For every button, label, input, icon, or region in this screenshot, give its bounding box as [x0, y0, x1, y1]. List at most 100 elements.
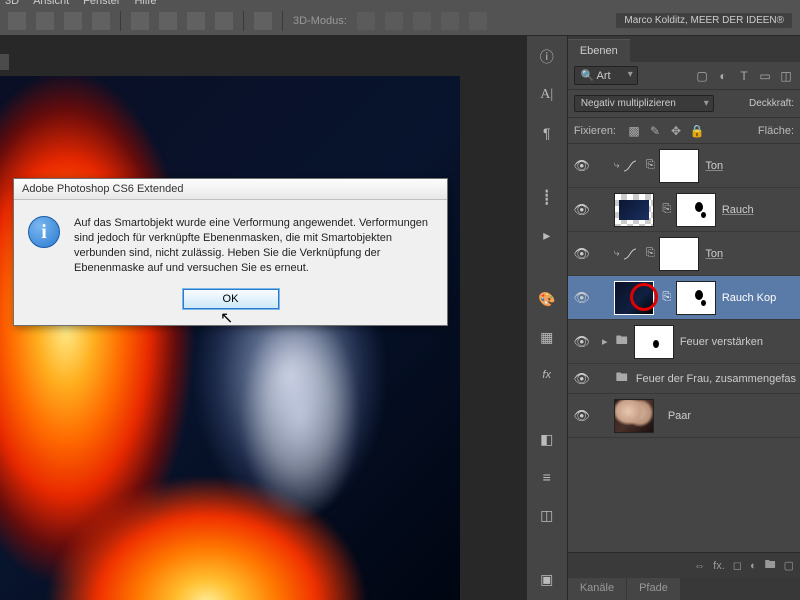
mask-icon[interactable]: ◻ [733, 559, 742, 572]
dialog-message: Auf das Smartobjekt wurde eine Verformun… [74, 216, 433, 275]
folder-icon: 🖿 [614, 371, 630, 387]
layer-row[interactable]: 👁 ⤷ ⎘ Ton [568, 232, 800, 276]
tab-layers[interactable]: Ebenen [568, 39, 630, 62]
visibility-icon[interactable]: 👁 [568, 408, 596, 424]
paragraph-icon[interactable]: ¶ [534, 120, 560, 146]
layer-row[interactable]: 👁 Paar [568, 394, 800, 438]
layer-name[interactable]: Ton [705, 248, 723, 260]
alert-dialog: Adobe Photoshop CS6 Extended i Auf das S… [13, 178, 448, 326]
layer-row[interactable]: 👁 🖿 Feuer der Frau, zusammengefas [568, 364, 800, 394]
lock-paint-icon[interactable]: ✎ [647, 123, 663, 139]
layer-row-selected[interactable]: 👁 ⎘ Rauch Kop [568, 276, 800, 320]
fill-label: Fläche: [758, 125, 794, 137]
ok-button[interactable]: OK [183, 289, 279, 309]
filter-type-icon[interactable]: T [736, 68, 752, 84]
new-layer-icon[interactable]: ▢ [784, 559, 794, 572]
bottom-tabs: Kanäle Pfade [568, 578, 800, 600]
tab-channels[interactable]: Kanäle [568, 578, 626, 600]
visibility-icon[interactable]: 👁 [568, 158, 596, 174]
lock-label: Fixieren: [574, 125, 616, 137]
distribute-icon[interactable] [254, 12, 272, 30]
menu-help[interactable]: Hilfe [134, 0, 156, 3]
layer-thumb[interactable] [614, 193, 654, 227]
filter-smart-icon[interactable]: ◫ [778, 68, 794, 84]
folder-icon: 🖿 [614, 334, 630, 350]
link-layers-icon[interactable]: ⇔ [694, 560, 705, 572]
fx-icon[interactable]: fx. [713, 560, 725, 572]
layer-name[interactable]: Feuer der Frau, zusammengefas [636, 373, 796, 385]
link-icon[interactable]: ⎘ [643, 247, 657, 260]
layer-row[interactable]: 👁 ⤷ ⎘ Ton [568, 144, 800, 188]
history-icon[interactable]: ▣ [534, 566, 560, 592]
distribute-icon[interactable] [131, 12, 149, 30]
tab-paths[interactable]: Pfade [627, 578, 680, 600]
distribute-icon[interactable] [159, 12, 177, 30]
layer-name[interactable]: Rauch Kop [722, 292, 776, 304]
layer-name[interactable]: Paar [668, 410, 691, 422]
align-icon[interactable] [64, 12, 82, 30]
visibility-icon[interactable]: 👁 [568, 334, 596, 350]
adjustment-icon[interactable]: ◐ [750, 560, 757, 572]
align-icon[interactable] [8, 12, 26, 30]
align-icon[interactable] [92, 12, 110, 30]
opacity-label: Deckkraft: [749, 98, 794, 109]
visibility-icon[interactable]: 👁 [568, 246, 596, 262]
panel-icon[interactable]: ≡ [534, 464, 560, 490]
link-icon[interactable]: ⎘ [660, 291, 674, 304]
canvas[interactable] [0, 76, 460, 600]
panel-icon[interactable]: ◫ [534, 502, 560, 528]
3d-icon[interactable] [357, 12, 375, 30]
layer-thumb[interactable] [614, 399, 654, 433]
link-icon[interactable]: ⎘ [660, 203, 674, 216]
3d-icon[interactable] [441, 12, 459, 30]
separator [120, 11, 121, 31]
layer-mask-thumb[interactable] [676, 281, 716, 315]
curves-icon [623, 248, 637, 260]
layer-thumb[interactable] [614, 281, 654, 315]
layer-mask-thumb[interactable] [676, 193, 716, 227]
swatches-icon[interactable]: 🎨 [534, 286, 560, 312]
lock-position-icon[interactable]: ✥ [668, 123, 684, 139]
distribute-icon[interactable] [215, 12, 233, 30]
visibility-icon[interactable]: 👁 [568, 371, 596, 387]
styles-icon[interactable]: fx [534, 362, 560, 388]
expand-icon[interactable]: ▸ [596, 335, 614, 348]
lock-all-icon[interactable]: 🔒 [689, 123, 705, 139]
swatches-icon[interactable]: ▦ [534, 324, 560, 350]
lock-transparency-icon[interactable]: ▩ [626, 123, 642, 139]
filter-kind-dropdown[interactable]: 🔍Art [574, 66, 638, 85]
visibility-icon[interactable]: 👁 [568, 290, 596, 306]
filter-adjust-icon[interactable]: ◐ [715, 68, 731, 84]
3d-icon[interactable] [385, 12, 403, 30]
layer-name[interactable]: Feuer verstärken [680, 336, 763, 348]
actions-icon[interactable]: ▸ [534, 222, 560, 248]
layer-row[interactable]: 👁 ▸ 🖿 Feuer verstärken [568, 320, 800, 364]
menu-3d[interactable]: 3D [5, 0, 19, 3]
layer-mask-thumb[interactable] [634, 325, 674, 359]
document-tab[interactable] [0, 54, 9, 70]
filter-pixel-icon[interactable]: ▢ [694, 68, 710, 84]
layer-name[interactable]: Rauch [722, 204, 754, 216]
layer-mask-thumb[interactable] [659, 237, 699, 271]
3d-icon[interactable] [413, 12, 431, 30]
clip-indicator-icon: ⤷ [614, 160, 620, 171]
filter-shape-icon[interactable]: ▭ [757, 68, 773, 84]
layer-mask-thumb[interactable] [659, 149, 699, 183]
brush-icon[interactable]: ┋ [534, 184, 560, 210]
link-icon[interactable]: ⎘ [643, 159, 657, 172]
group-icon[interactable]: 🖿 [765, 556, 776, 575]
layer-row[interactable]: 👁 ⎘ Rauch [568, 188, 800, 232]
align-icon[interactable] [36, 12, 54, 30]
info-icon[interactable]: ⓘ [534, 44, 560, 70]
distribute-icon[interactable] [187, 12, 205, 30]
visibility-icon[interactable]: 👁 [568, 202, 596, 218]
menu-view[interactable]: Ansicht [33, 0, 69, 3]
layer-name[interactable]: Ton [705, 160, 723, 172]
user-badge[interactable]: Marco Kolditz, MEER DER IDEEN® [616, 13, 792, 28]
menu-window[interactable]: Fenster [83, 0, 120, 3]
adjustments-icon[interactable]: ◧ [534, 426, 560, 452]
dialog-title: Adobe Photoshop CS6 Extended [14, 179, 447, 200]
3d-icon[interactable] [469, 12, 487, 30]
character-icon[interactable]: A| [534, 82, 560, 108]
blend-mode-dropdown[interactable]: Negativ multiplizieren [574, 95, 714, 112]
